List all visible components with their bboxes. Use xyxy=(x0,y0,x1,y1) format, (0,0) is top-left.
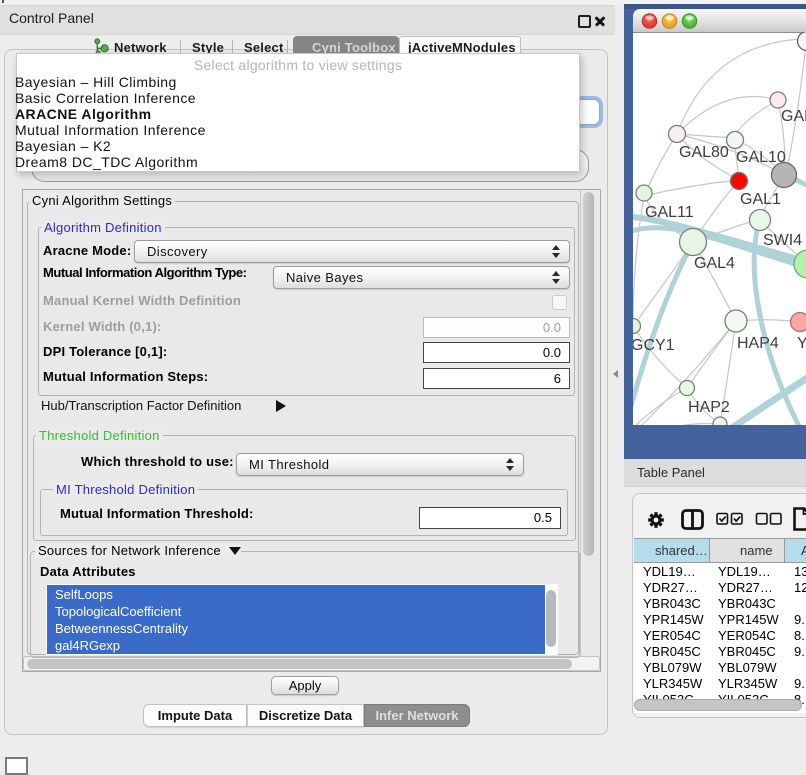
svg-text:GCY1: GCY1 xyxy=(631,337,675,354)
svg-text:SWI4: SWI4 xyxy=(763,232,802,249)
svg-text:GAL11: GAL11 xyxy=(645,204,694,221)
svg-text:GAL4: GAL4 xyxy=(694,255,735,272)
svg-text:Y: Y xyxy=(797,335,806,352)
svg-text:HAP2: HAP2 xyxy=(688,399,730,416)
svg-text:GAL1: GAL1 xyxy=(740,191,781,208)
svg-text:GAL10: GAL10 xyxy=(736,149,786,166)
svg-text:HAP4: HAP4 xyxy=(737,335,779,352)
svg-text:GAL80: GAL80 xyxy=(679,144,729,161)
svg-text:GAL: GAL xyxy=(781,108,806,125)
